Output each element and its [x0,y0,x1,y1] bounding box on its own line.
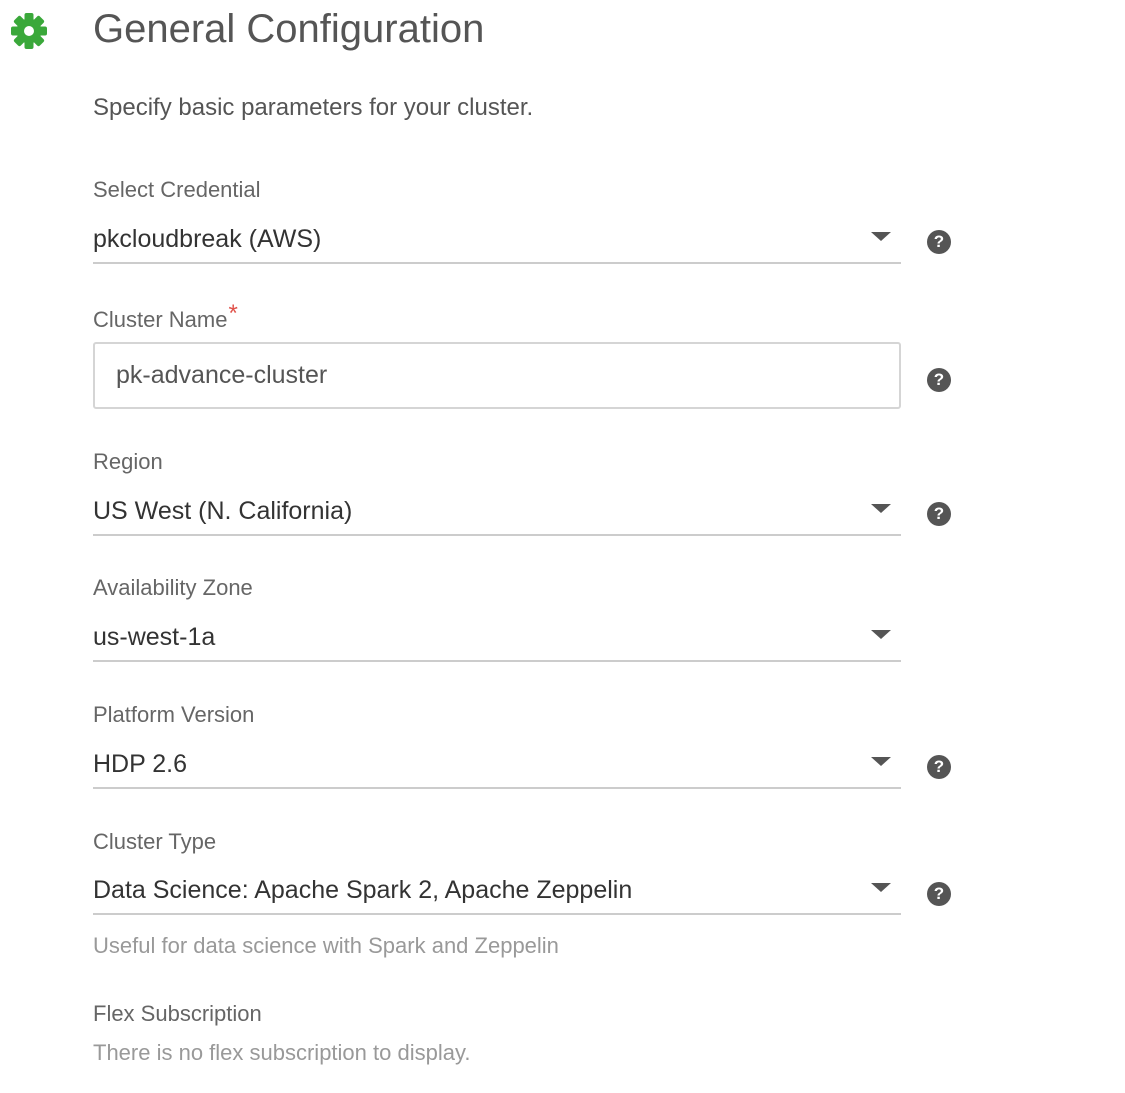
platform-version-select-value: HDP 2.6 [93,750,188,778]
availability-zone-select-value: us-west-1a [93,623,216,651]
cluster-type-help-icon[interactable]: ? [927,882,951,906]
availability-zone-select[interactable]: us-west-1a [93,616,901,662]
chevron-down-icon [871,232,891,241]
region-select[interactable]: US West (N. California) [93,490,901,536]
platform-version-select[interactable]: HDP 2.6 [93,743,901,789]
availability-zone-label: Availability Zone [93,575,253,600]
platform-version-help-icon[interactable]: ? [927,755,951,779]
page-title: General Configuration [93,7,485,51]
flex-subscription-empty-text: There is no flex subscription to display… [93,1040,471,1065]
region-help-icon[interactable]: ? [927,502,951,526]
cluster-type-label: Cluster Type [93,829,217,854]
flex-subscription-label: Flex Subscription [93,1001,262,1026]
gear-icon [11,13,47,49]
cluster-type-description: Useful for data science with Spark and Z… [93,933,559,958]
region-label: Region [93,449,163,474]
credential-select[interactable]: pkcloudbreak (AWS) [93,218,901,264]
chevron-down-icon [871,504,891,513]
region-select-value: US West (N. California) [93,497,353,525]
credential-label: Select Credential [93,177,261,202]
chevron-down-icon [871,757,891,766]
required-marker: * [228,300,238,327]
chevron-down-icon [871,630,891,639]
platform-version-label: Platform Version [93,702,255,727]
cluster-type-select-value: Data Science: Apache Spark 2, Apache Zep… [93,876,633,904]
cluster-name-help-icon[interactable]: ? [927,368,951,392]
chevron-down-icon [871,883,891,892]
cluster-name-input[interactable] [93,342,901,409]
cluster-type-select[interactable]: Data Science: Apache Spark 2, Apache Zep… [93,869,901,915]
page-subtitle: Specify basic parameters for your cluste… [93,94,534,121]
credential-help-icon[interactable]: ? [927,230,951,254]
credential-select-value: pkcloudbreak (AWS) [93,225,322,253]
cluster-name-label: Cluster Name* [93,300,238,334]
cluster-name-label-text: Cluster Name [93,307,228,332]
